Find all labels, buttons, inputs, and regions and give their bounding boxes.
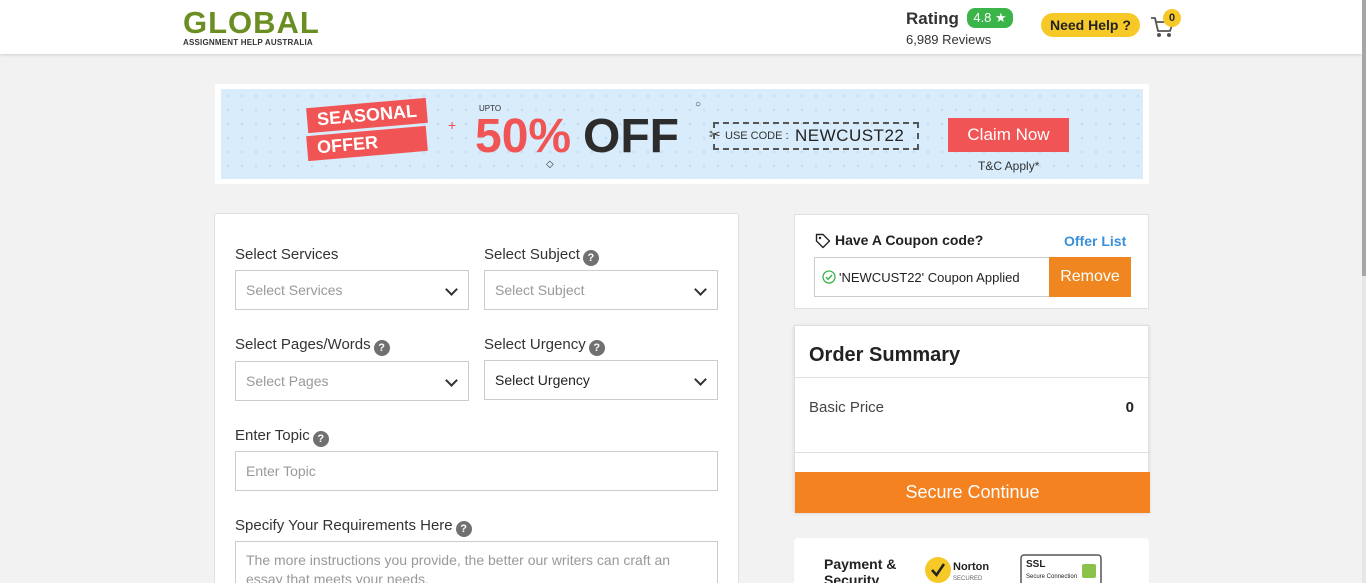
urgency-select-value: Select Urgency <box>495 372 590 388</box>
services-select[interactable]: Select Services <box>235 270 469 310</box>
discount-off: OFF <box>583 110 679 163</box>
topic-label: Enter Topic? <box>235 427 329 447</box>
help-icon[interactable]: ? <box>373 340 390 356</box>
pages-label-text: Select Pages/Words <box>235 336 371 353</box>
services-label: Select Services <box>235 246 338 263</box>
circle-decoration-icon: ○ <box>695 99 702 110</box>
rating-label: Rating <box>906 9 959 28</box>
services-select-value: Select Services <box>246 282 343 298</box>
coupon-title: Have A Coupon code? <box>835 232 984 248</box>
services-label-text: Select Services <box>235 246 339 263</box>
basic-price-value: 0 <box>1125 399 1134 416</box>
coupon-applied-text: 'NEWCUST22' Coupon Applied <box>839 270 1020 285</box>
check-circle-icon <box>822 270 836 284</box>
topic-input[interactable]: Enter Topic <box>235 451 718 491</box>
norton-text: Norton <box>953 561 989 573</box>
logo-subtitle: ASSIGNMENT HELP AUSTRALIA <box>183 38 313 47</box>
urgency-label-text: Select Urgency <box>484 336 586 353</box>
pages-select-value: Select Pages <box>246 373 329 389</box>
help-icon[interactable]: ? <box>588 340 605 356</box>
rating-value: 4.8 <box>973 10 992 25</box>
basic-price-label: Basic Price <box>809 399 885 416</box>
page-scrollbar[interactable] <box>1362 0 1366 583</box>
star-icon: ★ <box>995 10 1007 25</box>
chevron-down-icon <box>694 373 707 386</box>
coupon-code-box: USE CODE : NEWCUST22 <box>713 122 919 150</box>
ssl-badge-icon: SSL Secure Connection <box>1020 554 1102 583</box>
need-help-button[interactable]: Need Help ? <box>1041 13 1140 37</box>
help-icon[interactable]: ? <box>455 521 472 537</box>
norton-badge-icon: Norton SECURED <box>925 557 989 583</box>
subject-label: Select Subject? <box>484 246 599 266</box>
topic-placeholder: Enter Topic <box>246 463 316 479</box>
seasonal-offer-tag: SEASONAL OFFER <box>306 97 428 162</box>
payment-security-panel: Payment & Security Norton SECURED SSL Se… <box>794 538 1149 583</box>
order-summary: Order Summary Basic Price 0 Secure Conti… <box>794 325 1150 513</box>
reviews-count: 6,989 Reviews <box>906 32 992 47</box>
coupon-code: NEWCUST22 <box>795 126 905 145</box>
pages-label: Select Pages/Words? <box>235 336 390 356</box>
urgency-label: Select Urgency? <box>484 336 605 356</box>
urgency-select[interactable]: Select Urgency <box>484 360 718 400</box>
discount-percent: 50% <box>475 110 572 163</box>
chevron-down-icon <box>445 374 458 387</box>
requirements-label: Specify Your Requirements Here? <box>235 517 472 537</box>
ssl-sub-text: Secure Connection <box>1026 574 1077 580</box>
rating-block: Rating 4.8 ★ 6,989 Reviews <box>906 8 1013 47</box>
divider <box>795 377 1148 378</box>
banner-background: SEASONAL OFFER + ○ ◇ UPTO 50% OFF ✂ USE … <box>221 89 1143 179</box>
secure-continue-button[interactable]: Secure Continue <box>795 472 1150 513</box>
subject-select[interactable]: Select Subject <box>484 270 718 310</box>
coupon-panel: Have A Coupon code? Offer List 'NEWCUST2… <box>794 214 1149 309</box>
help-icon[interactable]: ? <box>312 431 329 447</box>
plus-decoration-icon: + <box>448 117 457 133</box>
offer-banner: SEASONAL OFFER + ○ ◇ UPTO 50% OFF ✂ USE … <box>215 84 1149 184</box>
order-form: Select Services Select Services Select S… <box>214 213 739 583</box>
offer-list-link[interactable]: Offer List <box>1064 233 1126 249</box>
requirements-label-text: Specify Your Requirements Here <box>235 517 453 534</box>
claim-now-button[interactable]: Claim Now <box>948 118 1069 152</box>
topic-label-text: Enter Topic <box>235 427 310 444</box>
chevron-down-icon <box>694 283 707 296</box>
site-header: GLOBAL ASSIGNMENT HELP AUSTRALIA Rating … <box>0 0 1362 54</box>
remove-coupon-button[interactable]: Remove <box>1049 257 1131 297</box>
order-summary-title: Order Summary <box>809 344 961 366</box>
scrollbar-thumb[interactable] <box>1362 0 1366 276</box>
requirements-placeholder: The more instructions you provide, the b… <box>246 552 671 583</box>
logo-word: GLOBAL <box>183 5 320 40</box>
rating-badge: 4.8 ★ <box>967 8 1013 28</box>
ssl-text: SSL <box>1026 559 1045 570</box>
use-code-label: USE CODE : <box>725 130 789 142</box>
terms-apply[interactable]: T&C Apply* <box>978 159 1039 173</box>
pages-select[interactable]: Select Pages <box>235 361 469 401</box>
help-icon[interactable]: ? <box>582 250 599 266</box>
requirements-textarea[interactable]: The more instructions you provide, the b… <box>235 541 718 583</box>
subject-label-text: Select Subject <box>484 246 580 263</box>
divider <box>795 452 1148 453</box>
coupon-input[interactable]: 'NEWCUST22' Coupon Applied <box>814 257 1050 297</box>
chevron-down-icon <box>445 283 458 296</box>
cart-count-badge: 0 <box>1163 9 1181 27</box>
subject-select-value: Select Subject <box>495 282 585 298</box>
tag-icon <box>815 233 831 249</box>
payment-security-label: Payment & Security <box>824 556 897 583</box>
norton-sub-text: SECURED <box>953 576 983 582</box>
site-logo[interactable]: GLOBAL ASSIGNMENT HELP AUSTRALIA <box>183 7 320 47</box>
